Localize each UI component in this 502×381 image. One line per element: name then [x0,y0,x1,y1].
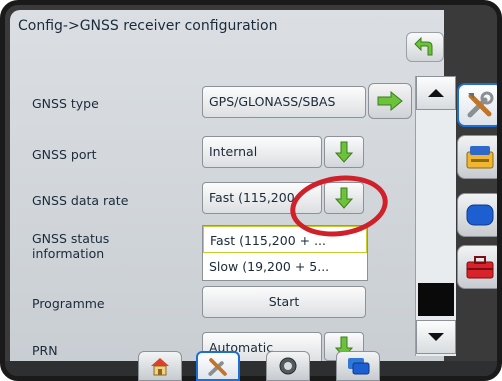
toolbox-icon [466,256,494,279]
gnss-type-select[interactable]: GPS/GLONASS/SBAS [202,86,366,118]
side-display-button[interactable] [457,193,497,237]
side-console-button[interactable] [457,135,497,179]
display-icon [466,204,494,226]
scroll-thumb[interactable] [418,283,454,316]
tools-icon [208,358,227,376]
row-label-programme: Programme [32,296,105,311]
config-screen: Config->GNSS receiver configuration GNSS… [10,10,444,364]
scroll-up-button[interactable] [416,76,456,110]
scrollbar[interactable] [415,76,456,356]
tab-screens[interactable] [336,351,380,381]
right-arrow-icon [377,91,403,111]
tab-home[interactable] [138,351,182,381]
row-label-gnss-type: GNSS type [32,96,99,111]
gnss-port-dropdown-button[interactable] [324,136,364,168]
gnss-data-rate-select[interactable]: Fast (115,200 [202,182,322,214]
triangle-up-icon [428,89,444,97]
row-label-gnss-port: GNSS port [32,147,97,162]
back-arrow-icon [414,37,433,56]
side-config-button[interactable] [457,83,497,127]
page-title: Config->GNSS receiver configuration [18,18,278,34]
screens-icon [348,358,370,375]
row-label-gnss-data-rate: GNSS data rate [32,193,129,208]
dropdown-option-fast[interactable]: Fast (115,200 + ... [203,226,367,253]
dropdown-option-slow[interactable]: Slow (19,200 + 5... [203,253,367,280]
gnss-data-rate-dropdown-button[interactable] [324,182,364,214]
row-label-gnss-status-information: GNSS status information [32,231,110,261]
row-label-prn: PRN [32,343,58,358]
gnss-port-select[interactable]: Internal [202,136,322,168]
device-frame: Config->GNSS receiver configuration GNSS… [0,0,502,381]
programme-start-button[interactable]: Start [202,286,366,318]
scroll-down-button[interactable] [416,320,456,354]
triangle-down-icon [428,333,444,341]
data-rate-dropdown-list: Fast (115,200 + ... Slow (19,200 + 5... [202,225,368,281]
home-icon [151,358,169,376]
gnss-type-next-button[interactable] [368,83,412,119]
bottom-nav-bar [5,361,497,376]
tools-icon [467,91,494,118]
side-toolbox-button[interactable] [457,245,497,289]
console-icon [466,146,494,169]
gauge-icon [279,357,297,375]
down-arrow-icon [335,187,353,209]
back-button[interactable] [406,32,444,62]
tab-config[interactable] [196,351,240,381]
down-arrow-icon [335,141,353,163]
tab-gauge[interactable] [266,351,310,381]
